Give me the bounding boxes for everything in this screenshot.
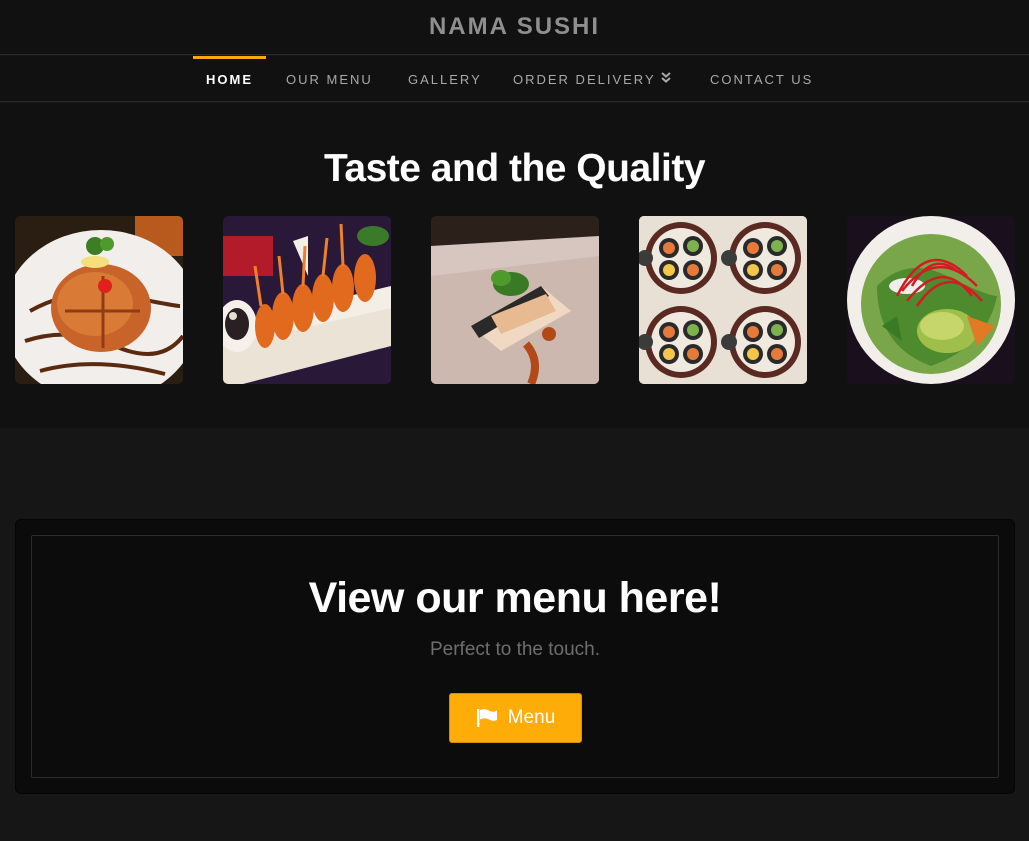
- katsu-plate-photo: [15, 216, 183, 384]
- menu-button[interactable]: Menu: [449, 693, 582, 743]
- gallery-thumb-rolls[interactable]: [639, 216, 807, 384]
- hero-title: Taste and the Quality: [323, 147, 706, 190]
- cta-title: View our menu here!: [308, 574, 722, 622]
- main-nav: HOME OUR MENU GALLERY ORDER DELIVERY CON…: [0, 56, 1029, 102]
- nav-contact-us[interactable]: CONTACT US: [710, 56, 813, 102]
- menu-cta-section: View our menu here! Perfect to the touch…: [15, 519, 1015, 794]
- site-header: NAMA SUSHI: [0, 0, 1029, 55]
- flag-icon: [476, 708, 498, 728]
- site-brand[interactable]: NAMA SUSHI: [429, 13, 600, 41]
- gallery-thumb-nigiri[interactable]: [431, 216, 599, 384]
- nav-our-menu[interactable]: OUR MENU: [286, 56, 373, 102]
- double-chevron-down-icon: [660, 72, 671, 86]
- menu-button-label: Menu: [507, 707, 556, 728]
- nav-home[interactable]: HOME: [193, 56, 266, 102]
- sushi-rolls-collage-photo: [639, 216, 807, 384]
- cta-subtitle: Perfect to the touch.: [429, 639, 601, 660]
- salad-bowl-photo: [847, 216, 1015, 384]
- gallery-thumb-tempura[interactable]: [223, 216, 391, 384]
- nav-gallery[interactable]: GALLERY: [408, 56, 482, 102]
- hero-section: Taste and the Quality: [0, 103, 1029, 428]
- menu-cta-panel: View our menu here! Perfect to the touch…: [31, 535, 999, 778]
- gallery-thumb-katsu[interactable]: [15, 216, 183, 384]
- nigiri-plate-photo: [431, 216, 599, 384]
- nav-order-delivery-label: ORDER DELIVERY: [513, 71, 656, 87]
- tempura-shrimp-photo: [223, 216, 391, 384]
- nav-order-delivery[interactable]: ORDER DELIVERY: [513, 56, 671, 102]
- gallery-thumb-salad[interactable]: [847, 216, 1015, 384]
